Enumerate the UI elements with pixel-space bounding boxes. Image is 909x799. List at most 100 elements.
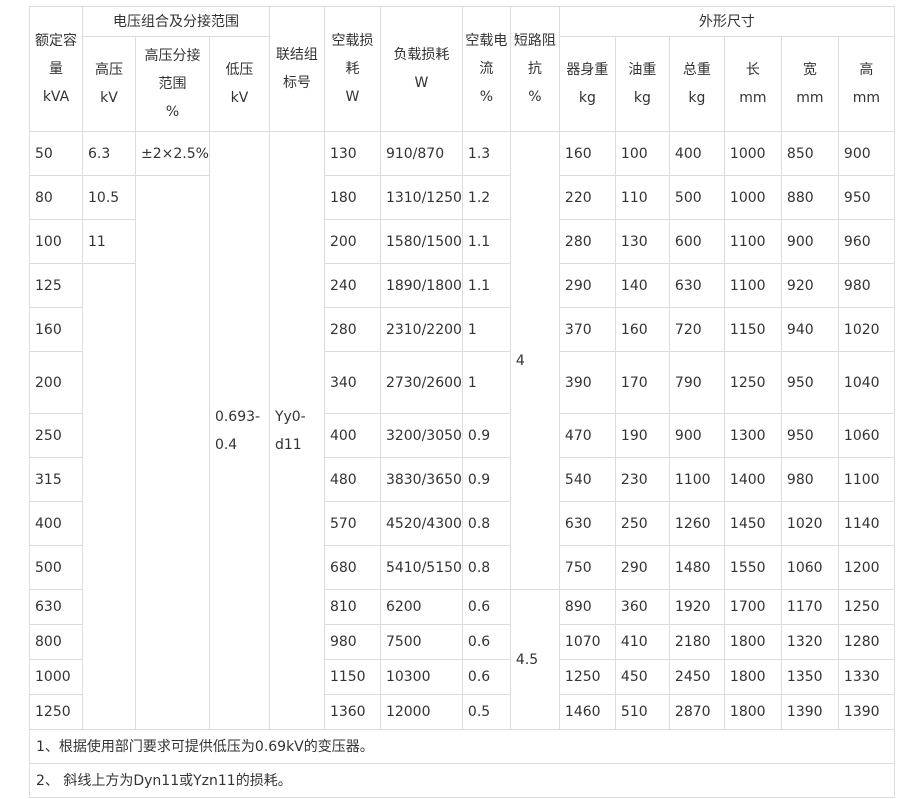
cell-height: 1200 (837, 545, 895, 590)
cell-total-weight: 630 (668, 263, 725, 308)
cell-height: 1040 (837, 351, 895, 414)
cell-total-weight: 720 (668, 307, 725, 352)
cell-total-weight: 1100 (668, 457, 725, 502)
cell-oil-weight: 360 (614, 589, 670, 625)
cell-body-weight: 1460 (558, 694, 616, 730)
table-row: 50 6.3 ±2×2.5% 0.693- 0.4 Yy0- d11 130 910/870 1.… (29, 131, 895, 730)
cell-oil-weight: 170 (614, 351, 670, 414)
cell-height: 960 (837, 219, 895, 264)
header-dimensions: 外形尺寸 (558, 6, 895, 37)
cell-capacity: 630 (29, 589, 83, 625)
cell-load-loss: 2310/2200 (379, 307, 463, 352)
cell-noload-current: 1.2 (461, 175, 511, 220)
cell-width: 880 (780, 175, 839, 220)
cell-capacity: 400 (29, 501, 83, 546)
cell-total-weight: 400 (668, 131, 725, 176)
cell-noload-loss: 180 (323, 175, 381, 220)
cell-noload-current: 0.9 (461, 457, 511, 502)
cell-noload-current: 0.6 (461, 624, 511, 660)
cell-body-weight: 290 (558, 263, 616, 308)
cell-load-loss: 4520/4300 (379, 501, 463, 546)
cell-body-weight: 540 (558, 457, 616, 502)
cell-load-loss: 1580/1500 (379, 219, 463, 264)
cell-capacity: 1000 (29, 659, 83, 695)
cell-noload-current: 0.5 (461, 694, 511, 730)
cell-width: 1060 (780, 545, 839, 590)
cell-total-weight: 900 (668, 413, 725, 458)
header-tap-range: 高压分接 范围% (135, 36, 210, 132)
cell-vector-merged: Yy0- d11 (268, 131, 325, 730)
cell-total-weight: 1920 (668, 589, 725, 625)
cell-height: 1280 (837, 624, 895, 660)
cell-capacity: 315 (29, 457, 83, 502)
cell-oil-weight: 130 (614, 219, 670, 264)
cell-oil-weight: 230 (614, 457, 670, 502)
cell-load-loss: 10300 (379, 659, 463, 695)
cell-hv: 6.3 (82, 131, 136, 176)
cell-load-loss: 1310/1250 (379, 175, 463, 220)
cell-noload-current: 0.8 (461, 545, 511, 590)
cell-body-weight: 470 (558, 413, 616, 458)
cell-width: 850 (780, 131, 839, 176)
cell-noload-loss: 280 (323, 307, 381, 352)
cell-load-loss: 5410/5150 (379, 545, 463, 590)
cell-capacity: 100 (29, 219, 83, 264)
cell-oil-weight: 290 (614, 545, 670, 590)
cell-lv-merged: 0.693- 0.4 (208, 131, 270, 730)
cell-capacity: 1250 (29, 694, 83, 730)
cell-noload-loss: 480 (323, 457, 381, 502)
header-noload-loss: 空载损耗 W (323, 6, 381, 132)
cell-oil-weight: 100 (614, 131, 670, 176)
cell-body-weight: 1250 (558, 659, 616, 695)
cell-noload-current: 0.9 (461, 413, 511, 458)
cell-load-loss: 1890/1800 (379, 263, 463, 308)
cell-width: 1170 (780, 589, 839, 625)
note-text: 2、 斜线上方为Dyn11或Yzn11的损耗。 (29, 763, 895, 798)
cell-oil-weight: 140 (614, 263, 670, 308)
cell-body-weight: 1070 (558, 624, 616, 660)
cell-width: 1390 (780, 694, 839, 730)
header-impedance: 短路阻抗% (509, 6, 560, 132)
cell-total-weight: 500 (668, 175, 725, 220)
header-load-loss: 负载损耗 W (379, 6, 463, 132)
cell-height: 1060 (837, 413, 895, 458)
table-body: 额定容量 kVA 电压组合及分接范围 联结组 标号 空载损耗 W 负载损耗 W 空载电流… (29, 6, 895, 798)
header-height: 高 mm (837, 36, 895, 132)
cell-body-weight: 390 (558, 351, 616, 414)
cell-impedance-merged: 4.5 (509, 589, 560, 730)
cell-capacity: 500 (29, 545, 83, 590)
cell-length: 1150 (723, 307, 782, 352)
cell-load-loss: 910/870 (379, 131, 463, 176)
cell-capacity: 80 (29, 175, 83, 220)
cell-noload-loss: 980 (323, 624, 381, 660)
transformer-spec-table: 额定容量 kVA 电压组合及分接范围 联结组 标号 空载损耗 W 负载损耗 W 空载电流… (29, 6, 895, 798)
cell-noload-loss: 400 (323, 413, 381, 458)
cell-length: 1400 (723, 457, 782, 502)
cell-impedance-merged: 4 (509, 131, 560, 590)
header-width: 宽 mm (780, 36, 839, 132)
cell-length: 1700 (723, 589, 782, 625)
header-vector-group: 联结组 标号 (268, 6, 325, 132)
cell-height: 1020 (837, 307, 895, 352)
cell-noload-loss: 130 (323, 131, 381, 176)
note-row: 2、 斜线上方为Dyn11或Yzn11的损耗。 (29, 763, 895, 798)
cell-load-loss: 7500 (379, 624, 463, 660)
cell-height: 950 (837, 175, 895, 220)
cell-noload-loss: 810 (323, 589, 381, 625)
cell-length: 1800 (723, 624, 782, 660)
cell-capacity: 160 (29, 307, 83, 352)
cell-body-weight: 890 (558, 589, 616, 625)
cell-height: 1100 (837, 457, 895, 502)
cell-width: 1350 (780, 659, 839, 695)
cell-length: 1800 (723, 659, 782, 695)
cell-noload-loss: 240 (323, 263, 381, 308)
cell-total-weight: 1260 (668, 501, 725, 546)
cell-capacity: 800 (29, 624, 83, 660)
cell-oil-weight: 160 (614, 307, 670, 352)
cell-length: 1250 (723, 351, 782, 414)
cell-load-loss: 3200/3050 (379, 413, 463, 458)
cell-capacity: 50 (29, 131, 83, 176)
cell-total-weight: 2180 (668, 624, 725, 660)
cell-noload-loss: 1360 (323, 694, 381, 730)
cell-noload-current: 1.1 (461, 263, 511, 308)
